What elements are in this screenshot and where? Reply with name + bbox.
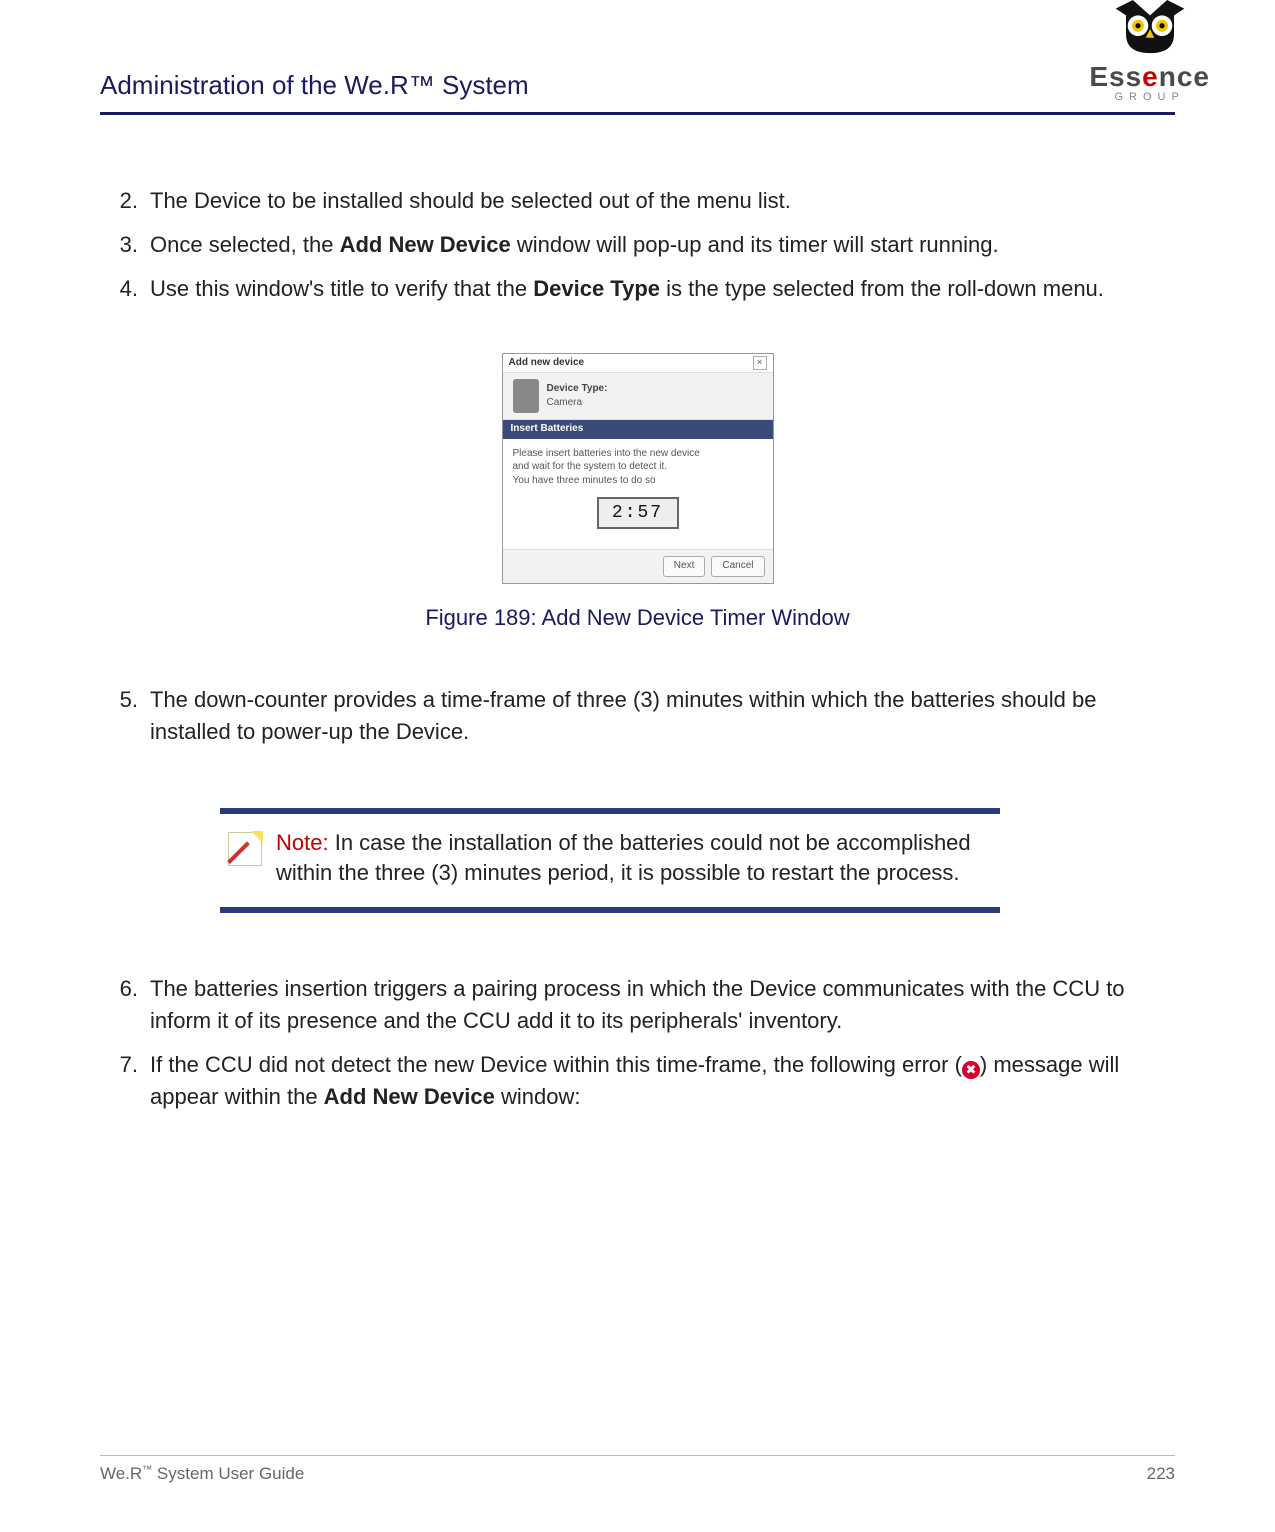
logo-word-red: e — [1142, 61, 1159, 92]
page: Administration of the We.R™ System Essen… — [0, 0, 1275, 1532]
step-number: 3. — [100, 229, 150, 261]
dialog-title: Add new device — [509, 356, 585, 371]
close-icon[interactable]: × — [753, 356, 767, 370]
list-item: 3. Once selected, the Add New Device win… — [100, 229, 1175, 261]
page-number: 223 — [1147, 1464, 1175, 1484]
note-callout: Note: In case the installation of the ba… — [220, 808, 1000, 914]
step-number: 7. — [100, 1049, 150, 1113]
dialog-section-title: Insert Batteries — [503, 420, 773, 439]
text-run: If the CCU did not detect the new Device… — [150, 1052, 962, 1077]
bold-run: Add New Device — [324, 1084, 495, 1109]
list-item: 2. The Device to be installed should be … — [100, 185, 1175, 217]
logo-word-part2: nce — [1159, 61, 1210, 92]
dialog-body: Please insert batteries into the new dev… — [503, 439, 773, 550]
step-text: The down-counter provides a time-frame o… — [150, 684, 1175, 748]
list-item: 5. The down-counter provides a time-fram… — [100, 684, 1175, 748]
step-number: 6. — [100, 973, 150, 1037]
brand-logo: Essence GROUP — [1089, 0, 1210, 103]
footer-text: System User Guide — [152, 1464, 304, 1483]
countdown-timer: 2:57 — [597, 497, 679, 529]
note-bottom-bar — [220, 907, 1000, 913]
dialog-body-line: Please insert batteries into the new dev… — [513, 447, 763, 461]
list-item: 7. If the CCU did not detect the new Dev… — [100, 1049, 1175, 1113]
page-header: Administration of the We.R™ System Essen… — [100, 0, 1175, 115]
page-footer: We.R™ System User Guide 223 — [100, 1455, 1175, 1484]
device-thumbnail — [513, 379, 539, 413]
dialog-body-line: and wait for the system to detect it. — [513, 460, 763, 474]
steps-list-bottom: 6. The batteries insertion triggers a pa… — [100, 973, 1175, 1113]
header-rule — [100, 112, 1175, 115]
step-text: Use this window's title to verify that t… — [150, 273, 1175, 305]
text-run: Use this window's title to verify that t… — [150, 276, 533, 301]
list-item: 4. Use this window's title to verify tha… — [100, 273, 1175, 305]
note-body: Note: In case the installation of the ba… — [220, 814, 1000, 908]
header-title: Administration of the We.R™ System — [100, 70, 529, 101]
step-text: The batteries insertion triggers a pairi… — [150, 973, 1175, 1037]
text-run: window will pop-up and its timer will st… — [511, 232, 999, 257]
device-type-text: Device Type: Camera — [547, 382, 608, 411]
footer-left: We.R™ System User Guide — [100, 1464, 304, 1484]
text-run: is the type selected from the roll-down … — [660, 276, 1104, 301]
device-type-box: Device Type: Camera — [503, 372, 773, 420]
note-label: Note: — [276, 830, 329, 855]
steps-list-top: 2. The Device to be installed should be … — [100, 185, 1175, 305]
dialog-body-line: You have three minutes to do so — [513, 474, 763, 488]
device-type-value: Camera — [547, 396, 608, 411]
footer-tm: ™ — [142, 1464, 152, 1475]
logo-word-part1: Ess — [1089, 61, 1142, 92]
step-number: 5. — [100, 684, 150, 748]
add-new-device-dialog: Add new device × Device Type: Camera Ins… — [502, 353, 774, 584]
note-icon — [228, 832, 262, 866]
note-content: In case the installation of the batterie… — [276, 830, 971, 886]
figure-caption: Figure 189: Add New Device Timer Window — [100, 602, 1175, 634]
cancel-button[interactable]: Cancel — [711, 556, 764, 577]
bold-run: Add New Device — [340, 232, 511, 257]
device-type-label: Device Type: — [547, 382, 608, 397]
figure: Add new device × Device Type: Camera Ins… — [100, 353, 1175, 634]
steps-list-mid: 5. The down-counter provides a time-fram… — [100, 684, 1175, 748]
dialog-button-row: Next Cancel — [503, 549, 773, 583]
list-item: 6. The batteries insertion triggers a pa… — [100, 973, 1175, 1037]
step-text: If the CCU did not detect the new Device… — [150, 1049, 1175, 1113]
next-button[interactable]: Next — [663, 556, 706, 577]
logo-wordmark: Essence — [1089, 61, 1210, 93]
step-text: The Device to be installed should be sel… — [150, 185, 1175, 217]
bold-run: Device Type — [533, 276, 660, 301]
note-text: Note: In case the installation of the ba… — [276, 828, 992, 890]
text-run: Once selected, the — [150, 232, 340, 257]
dialog-titlebar: Add new device × — [503, 354, 773, 373]
footer-text: We.R — [100, 1464, 142, 1483]
text-run: window: — [495, 1084, 581, 1109]
step-number: 4. — [100, 273, 150, 305]
page-content: 2. The Device to be installed should be … — [100, 115, 1175, 1113]
step-text: Once selected, the Add New Device window… — [150, 229, 1175, 261]
step-number: 2. — [100, 185, 150, 217]
error-icon: ✖ — [962, 1061, 980, 1079]
owl-icon — [1105, 0, 1195, 60]
